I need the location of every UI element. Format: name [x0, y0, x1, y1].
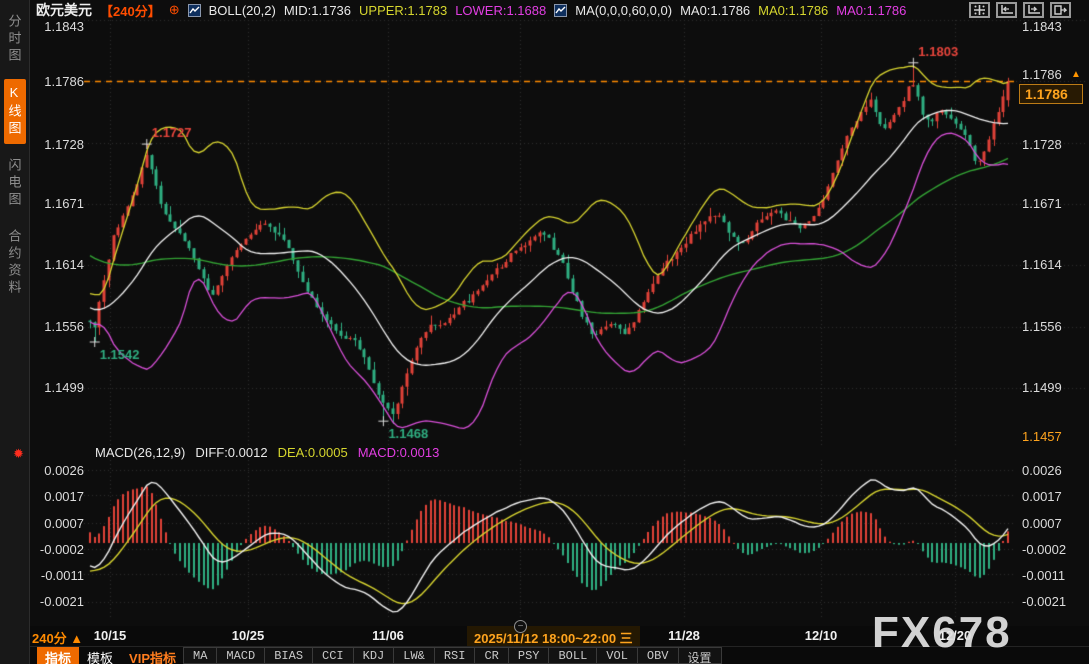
boll-mid-value: MID:1.1736 — [284, 3, 351, 18]
date-label: 11/28 — [668, 628, 700, 643]
candlestick-macd-chart[interactable] — [0, 0, 1089, 664]
toolbar-button-obv[interactable]: OBV — [637, 647, 679, 664]
ma-indicator-icon[interactable] — [554, 4, 567, 17]
sidebar: 分时图 K线图 闪电图 合约资料 — [0, 0, 30, 664]
trading-app-window: 分时图 K线图 闪电图 合约资料 ✹ 欧元美元 【240分】 ⊕ BOLL(20… — [0, 0, 1089, 664]
toolbar-button-[interactable]: 模板 — [79, 647, 121, 664]
toolbar-button-kdj[interactable]: KDJ — [353, 647, 395, 664]
pane-resize-handle[interactable]: − — [514, 620, 527, 633]
date-label: 10/15 — [94, 628, 127, 643]
ma0-white-value: MA0:1.1786 — [680, 3, 750, 18]
zoom-in-axis-icon[interactable] — [1023, 2, 1044, 18]
macd-diff-value: DIFF:0.0012 — [195, 445, 267, 460]
sidebar-tab-contract-info[interactable]: 合约资料 — [4, 223, 26, 303]
macd-dea-value: DEA:0.0005 — [278, 445, 348, 460]
zoom-out-axis-icon[interactable] — [996, 2, 1017, 18]
toolbar-button-boll[interactable]: BOLL — [548, 647, 597, 664]
toolbar-button-cci[interactable]: CCI — [312, 647, 354, 664]
boll-title: BOLL(20,2) — [209, 3, 276, 18]
current-price-tag: 1.1786 — [1019, 84, 1083, 104]
toolbar-button-vol[interactable]: VOL — [596, 647, 638, 664]
indicator-info-bar: 欧元美元 【240分】 ⊕ BOLL(20,2) MID:1.1736 UPPE… — [36, 0, 906, 20]
period-selector[interactable]: 240分 ▲ — [32, 628, 83, 647]
sidebar-tab-time-chart[interactable]: 分时图 — [4, 8, 26, 71]
sidebar-tab-lightning-chart[interactable]: 闪电图 — [4, 152, 26, 215]
boll-lower-value: LOWER:1.1688 — [455, 3, 546, 18]
date-label: 10/25 — [232, 628, 265, 643]
macd-macd-value: MACD:0.0013 — [358, 445, 440, 460]
symbol-name: 欧元美元 — [36, 0, 92, 20]
boll-upper-value: UPPER:1.1783 — [359, 3, 447, 18]
date-label: 12/10 — [805, 628, 838, 643]
toolbar-button-psy[interactable]: PSY — [508, 647, 550, 664]
ma0-yellow-value: MA0:1.1786 — [758, 3, 828, 18]
boll-indicator-icon[interactable] — [188, 4, 201, 17]
toolbar-button-[interactable]: 指标 — [37, 647, 79, 664]
crosshair-icon[interactable] — [969, 2, 990, 18]
go-to-latest-icon[interactable]: ▲ — [1071, 69, 1081, 80]
toolbar-button-rsi[interactable]: RSI — [434, 647, 476, 664]
toolbar-button-cr[interactable]: CR — [474, 647, 508, 664]
date-label: 11/06 — [372, 628, 404, 643]
toolbar-button-ma[interactable]: MA — [183, 647, 217, 664]
add-compare-icon[interactable]: ⊕ — [169, 2, 180, 18]
ma0-magenta-value: MA0:1.1786 — [836, 3, 906, 18]
time-axis-row: 240分 ▲ 2025/11/12 18:00~22:00 三 − 10/151… — [30, 626, 1089, 646]
toolbar-button-lw[interactable]: LW& — [393, 647, 435, 664]
alert-icon[interactable]: ✹ — [13, 446, 24, 462]
ma-title: MA(0,0,0,60,0,0) — [575, 3, 672, 18]
toolbar-button-macd[interactable]: MACD — [216, 647, 265, 664]
toolbar-button-vip[interactable]: VIP指标 — [121, 647, 184, 664]
pan-right-icon[interactable] — [1050, 2, 1071, 18]
toolbar-button-bias[interactable]: BIAS — [264, 647, 313, 664]
indicator-toolbar: 指标模板VIP指标MAMACDBIASCCIKDJLW&RSICRPSYBOLL… — [30, 646, 1089, 664]
period-label[interactable]: 【240分】 — [100, 1, 161, 20]
sidebar-tab-kline-chart[interactable]: K线图 — [4, 79, 26, 144]
macd-info-bar: MACD(26,12,9) DIFF:0.0012 DEA:0.0005 MAC… — [95, 445, 439, 460]
date-label: 12/20 — [939, 628, 972, 643]
chart-window-controls — [969, 2, 1071, 18]
hovered-candle-timestamp: 2025/11/12 18:00~22:00 三 — [467, 626, 640, 646]
macd-title: MACD(26,12,9) — [95, 445, 185, 460]
toolbar-button-[interactable]: 设置 — [678, 647, 722, 664]
